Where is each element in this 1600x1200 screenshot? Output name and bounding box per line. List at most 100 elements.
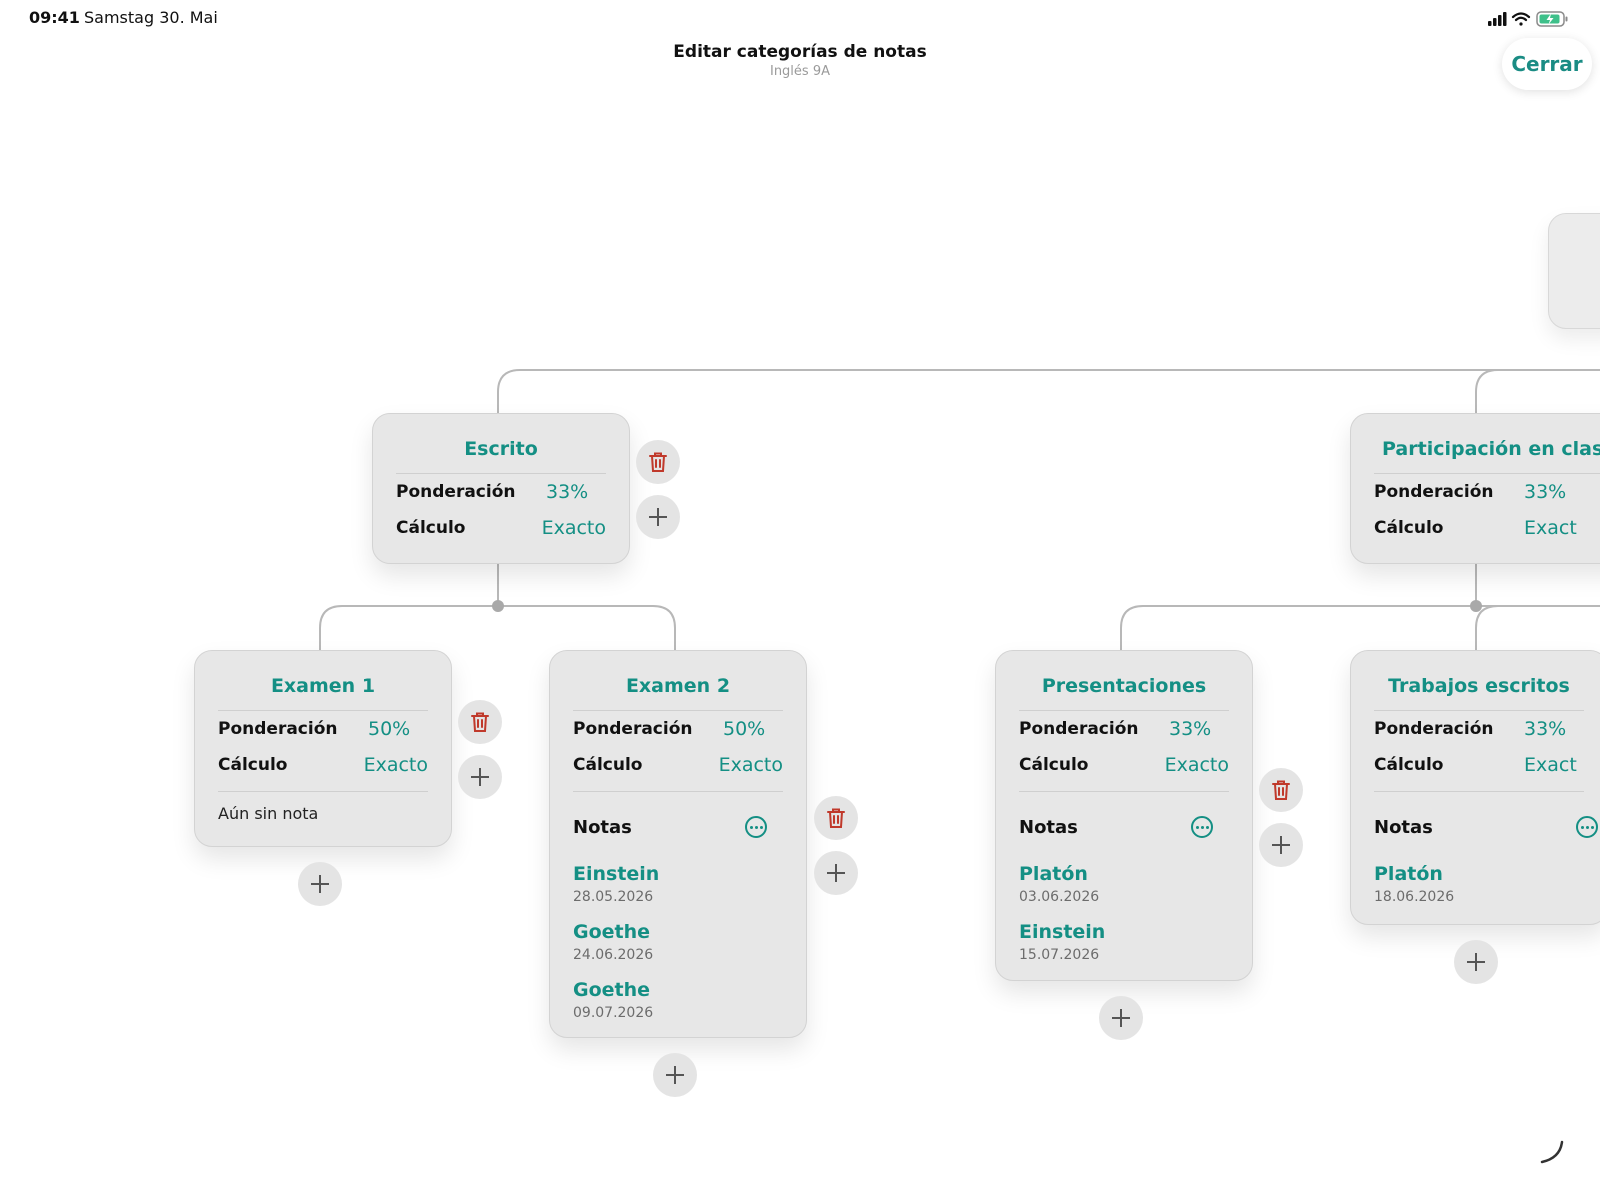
weight-value[interactable]: 33% [1524,481,1566,503]
calculation-row: Cálculo Exact [1374,747,1584,783]
grade-entry[interactable]: Einstein 28.05.2026 [573,862,783,920]
calculation-value[interactable]: Exacto [719,754,783,776]
category-card-trabajos-escritos[interactable]: Trabajos escritos Ponderación 33% Cálcul… [1350,650,1600,925]
calculation-label: Cálculo [1374,755,1444,775]
add-grade-trabajos-escritos-button[interactable] [1454,940,1498,984]
grade-date: 15.07.2026 [1019,947,1100,963]
more-icon[interactable] [1576,816,1598,838]
plus-icon [1112,1009,1130,1027]
notes-label: Notas [1374,816,1433,838]
notes-header: Notas [573,792,783,862]
grade-entry[interactable]: Goethe 09.07.2026 [573,978,783,1036]
category-card-examen-2[interactable]: Examen 2 Ponderación 50% Cálculo Exacto … [549,650,807,1038]
weight-label: Ponderación [396,482,516,502]
calculation-row: Cálculo Exacto [573,747,783,783]
plus-icon [471,768,489,786]
grade-student: Platón [1374,863,1443,885]
weight-label: Ponderación [1374,482,1494,502]
add-grade-examen-2-button[interactable] [653,1053,697,1097]
grade-date: 09.07.2026 [573,1005,654,1021]
plus-icon [649,508,667,526]
category-card-participacion[interactable]: Participación en clase Ponderación 33% C… [1350,413,1600,564]
weight-row: Ponderación 33% [396,474,606,510]
trash-icon [1272,780,1290,800]
grade-entry[interactable]: Platón 18.06.2026 [1374,862,1584,920]
grade-entry[interactable]: Goethe 24.06.2026 [573,920,783,978]
category-title[interactable]: Examen 1 [218,651,428,711]
add-grade-presentaciones-button[interactable] [1099,996,1143,1040]
trash-icon [827,808,845,828]
grade-student: Einstein [573,863,660,885]
weight-label: Ponderación [218,719,338,739]
add-grade-examen-1-button[interactable] [298,862,342,906]
weight-row: Ponderación 33% [1019,711,1229,747]
weight-label: Ponderación [573,719,693,739]
weight-row: Ponderación 33% [1374,711,1584,747]
calculation-label: Cálculo [396,518,466,538]
category-card-examen-1[interactable]: Examen 1 Ponderación 50% Cálculo Exacto … [194,650,452,847]
grade-date: 28.05.2026 [573,889,654,905]
calculation-value[interactable]: Exacto [542,517,606,539]
grade-date: 24.06.2026 [573,947,654,963]
grade-student: Goethe [573,979,651,1001]
calculation-row: Cálculo Exacto [218,747,428,783]
calculation-value[interactable]: Exact [1524,517,1577,539]
delete-presentaciones-button[interactable] [1259,768,1303,812]
calculation-label: Cálculo [1374,518,1444,538]
weight-label: Ponderación [1019,719,1139,739]
delete-examen-2-button[interactable] [814,796,858,840]
weight-value[interactable]: 50% [723,718,765,740]
calculation-row: Cálculo Exacto [1019,747,1229,783]
weight-value[interactable]: 33% [546,481,588,503]
plus-icon [666,1066,684,1084]
calculation-row: Cálculo Exact [1374,510,1600,546]
calculation-label: Cálculo [573,755,643,775]
weight-row: Ponderación 50% [573,711,783,747]
add-subcategory-examen-2-button[interactable] [814,851,858,895]
category-card-presentaciones[interactable]: Presentaciones Ponderación 33% Cálculo E… [995,650,1253,981]
grade-student: Goethe [573,921,651,943]
calculation-value[interactable]: Exact [1524,754,1577,776]
category-title[interactable]: Trabajos escritos [1374,651,1584,711]
delete-escrito-button[interactable] [636,440,680,484]
grade-date: 18.06.2026 [1374,889,1455,905]
notes-label: Notas [573,816,632,838]
category-title[interactable]: Examen 2 [573,651,783,711]
no-grades-text: Aún sin nota [218,804,319,823]
category-title[interactable]: Escrito [396,414,606,474]
grade-entry[interactable]: Einstein 15.07.2026 [1019,920,1229,978]
add-subcategory-escrito-button[interactable] [636,495,680,539]
notes-header: Notas [1019,792,1229,862]
category-title[interactable]: Participación en clase [1374,414,1600,474]
plus-icon [1467,953,1485,971]
category-title[interactable]: Presentaciones [1019,651,1229,711]
weight-row: Ponderación 50% [218,711,428,747]
grade-student: Einstein [1019,921,1106,943]
grade-date: 03.06.2026 [1019,889,1100,905]
root-category-card[interactable] [1548,213,1600,329]
weight-value[interactable]: 50% [368,718,410,740]
more-icon[interactable] [1191,816,1213,838]
plus-icon [311,875,329,893]
resize-handle-icon[interactable] [1538,1138,1564,1164]
plus-icon [827,864,845,882]
calculation-row: Cálculo Exacto [396,510,606,546]
more-icon[interactable] [745,816,767,838]
weight-label: Ponderación [1374,719,1494,739]
junction-dot [492,600,504,612]
weight-value[interactable]: 33% [1169,718,1211,740]
notes-header: Notas [1374,792,1598,862]
calculation-value[interactable]: Exacto [364,754,428,776]
grade-student: Platón [1019,863,1088,885]
add-subcategory-examen-1-button[interactable] [458,755,502,799]
delete-examen-1-button[interactable] [458,700,502,744]
category-card-escrito[interactable]: Escrito Ponderación 33% Cálculo Exacto [372,413,630,564]
calculation-label: Cálculo [1019,755,1089,775]
weight-value[interactable]: 33% [1524,718,1566,740]
trash-icon [649,452,667,472]
add-subcategory-presentaciones-button[interactable] [1259,823,1303,867]
grade-entry[interactable]: Platón 03.06.2026 [1019,862,1229,920]
calculation-value[interactable]: Exacto [1165,754,1229,776]
weight-row: Ponderación 33% [1374,474,1600,510]
notes-label: Notas [1019,816,1078,838]
